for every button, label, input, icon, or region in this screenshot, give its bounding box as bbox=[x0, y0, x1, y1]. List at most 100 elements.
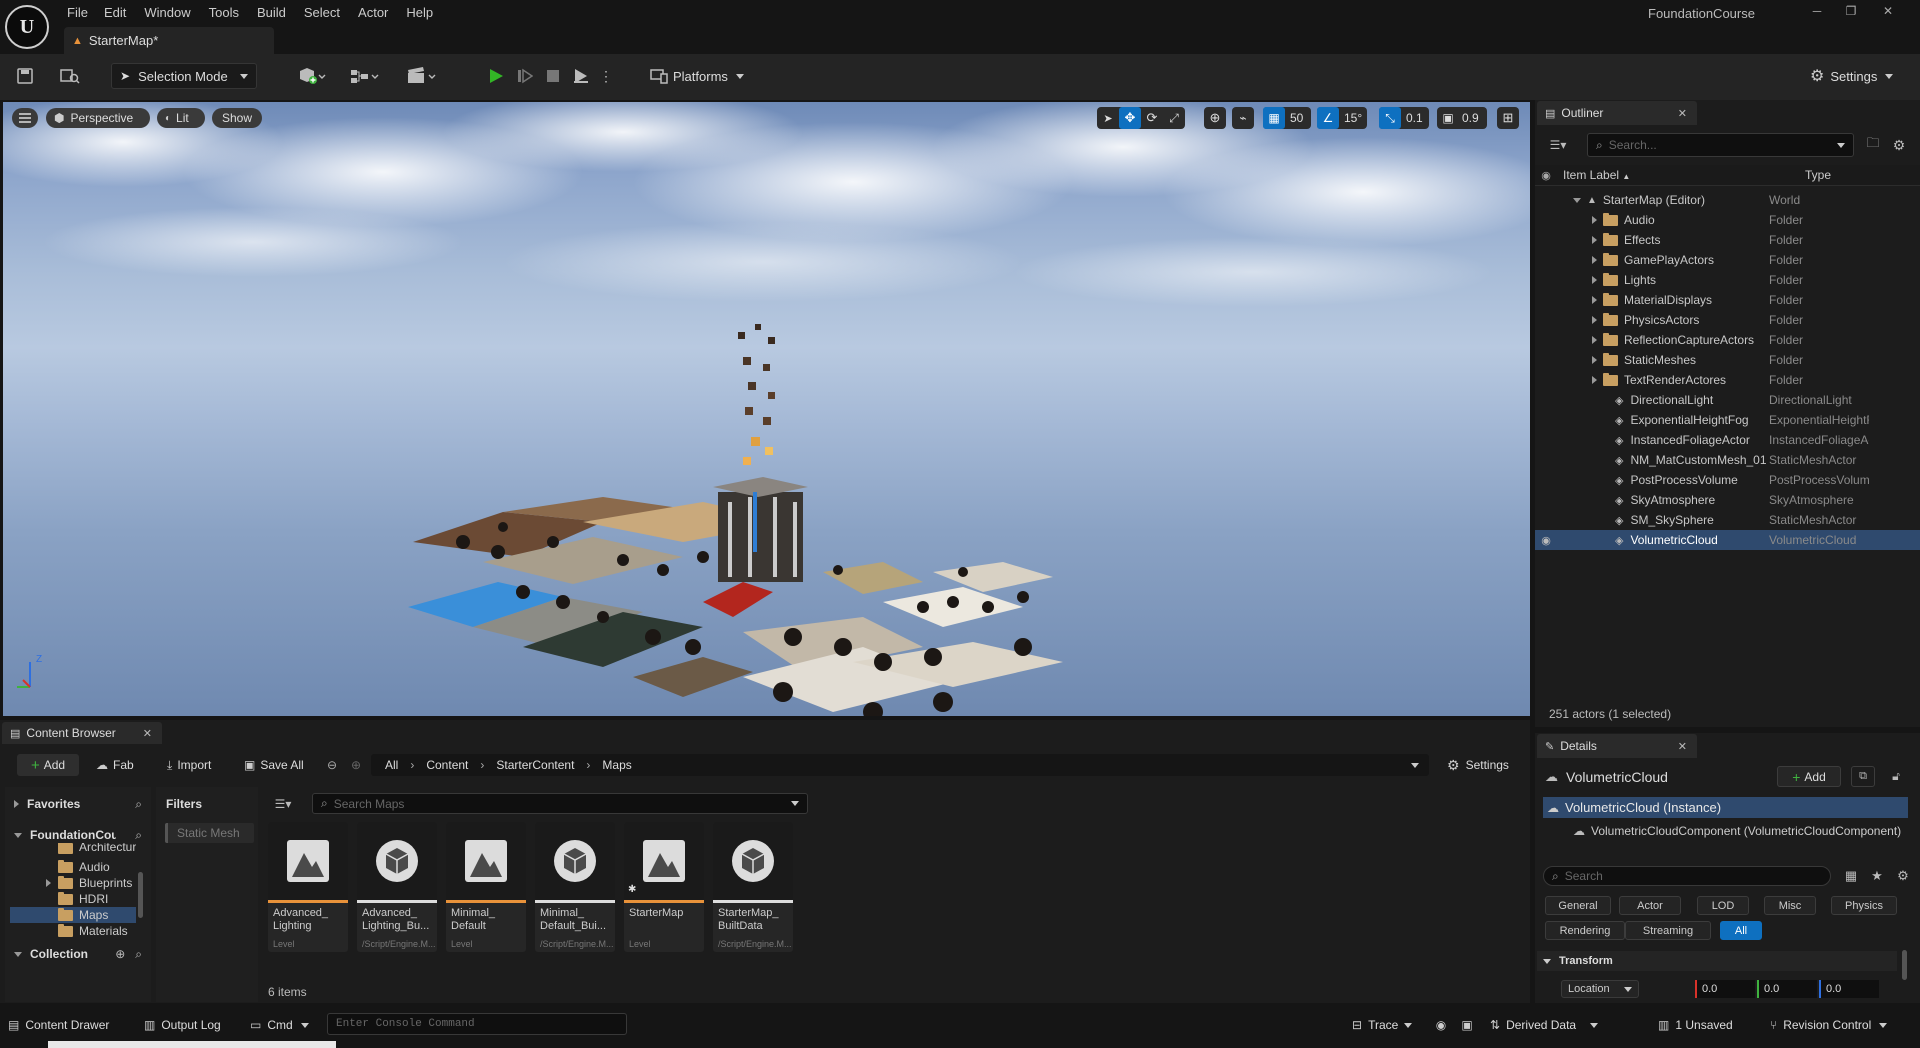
search-icon[interactable]: ⌕ bbox=[135, 797, 142, 812]
outliner-row[interactable]: PhysicsActors Folder bbox=[1535, 310, 1920, 330]
chevron-down-icon[interactable] bbox=[1411, 762, 1419, 768]
outliner-row[interactable]: Effects Folder bbox=[1535, 230, 1920, 250]
chevron-right-icon[interactable] bbox=[1592, 216, 1597, 224]
chevron-down-icon[interactable] bbox=[1573, 197, 1581, 203]
selection-mode-dropdown[interactable]: ➤ Selection Mode bbox=[111, 63, 257, 89]
details-scrollbar[interactable] bbox=[1902, 950, 1907, 980]
menu-edit[interactable]: Edit bbox=[104, 5, 126, 20]
outliner-settings-icon[interactable]: ⚙ bbox=[1888, 135, 1910, 155]
asset-tile[interactable]: Minimal_ Default_Bui... /Script/Engine.M.… bbox=[535, 822, 615, 952]
outliner-row[interactable]: ◈ PostProcessVolume PostProcessVolume bbox=[1535, 470, 1920, 490]
cmd-dropdown[interactable]: ▭ Cmd bbox=[250, 1016, 309, 1034]
outliner-row[interactable]: StaticMeshes Folder bbox=[1535, 350, 1920, 370]
folder-tree-item[interactable]: Audio bbox=[10, 859, 136, 875]
rotate-tool-icon[interactable]: ⟳ bbox=[1141, 107, 1163, 129]
record-icon[interactable]: ◉ bbox=[1432, 1016, 1450, 1034]
minimize-button[interactable]: ─ bbox=[1800, 4, 1834, 18]
add-actor-icon[interactable] bbox=[292, 64, 330, 88]
add-collection-icon[interactable]: ⊕ bbox=[115, 947, 125, 961]
outliner-row[interactable]: ◈ NM_MatCustomMesh_01 StaticMeshActor bbox=[1535, 450, 1920, 470]
breadcrumb-content[interactable]: Content bbox=[426, 758, 468, 772]
rotation-snap-group[interactable]: ∠ 15° bbox=[1317, 107, 1367, 129]
category-button[interactable]: Streaming bbox=[1625, 921, 1711, 940]
menu-tools[interactable]: Tools bbox=[209, 5, 239, 20]
history-forward-icon[interactable]: ⊕ bbox=[347, 756, 365, 774]
filter-icon[interactable]: ☰▾ bbox=[1543, 135, 1573, 155]
perspective-button[interactable]: ⬢ Perspective bbox=[46, 108, 150, 128]
search-icon[interactable]: ⌕ bbox=[135, 947, 142, 962]
location-x-field[interactable]: 0.0 bbox=[1695, 980, 1755, 998]
outliner-row[interactable]: ◈ SM_SkySphere StaticMeshActor bbox=[1535, 510, 1920, 530]
browse-level-icon[interactable] bbox=[58, 65, 82, 87]
root-folder-header[interactable]: FoundationCourse ⌕ bbox=[14, 825, 142, 845]
play-icon[interactable] bbox=[484, 65, 508, 87]
screenshot-icon[interactable]: ▣ bbox=[1458, 1016, 1476, 1034]
outliner-row[interactable]: Lights Folder bbox=[1535, 270, 1920, 290]
blueprint-icon[interactable] bbox=[345, 64, 383, 88]
trace-dropdown[interactable]: ⊟ Trace bbox=[1352, 1016, 1413, 1034]
chevron-right-icon[interactable] bbox=[1592, 356, 1597, 364]
details-settings-icon[interactable]: ⚙ bbox=[1892, 866, 1914, 886]
asset-search-input[interactable]: ⌕ Search Maps bbox=[312, 793, 808, 814]
outliner-row[interactable]: ◈ SkyAtmosphere SkyAtmosphere bbox=[1535, 490, 1920, 510]
step-forward-icon[interactable] bbox=[513, 65, 537, 87]
chevron-right-icon[interactable] bbox=[1592, 376, 1597, 384]
scale-tool-icon[interactable]: ⤢ bbox=[1163, 107, 1185, 129]
breadcrumb-all[interactable]: All bbox=[385, 758, 398, 772]
cinematics-icon[interactable] bbox=[402, 64, 440, 88]
folder-tree-item[interactable]: Blueprints bbox=[10, 875, 136, 891]
move-tool-icon[interactable]: ✥ bbox=[1119, 107, 1141, 129]
details-instance-row[interactable]: ☁ VolumetricCloud (Instance) bbox=[1543, 797, 1908, 818]
console-input[interactable]: Enter Console Command bbox=[327, 1013, 627, 1035]
asset-tile[interactable]: Advanced_ Lighting_Bu... /Script/Engine.M… bbox=[357, 822, 437, 952]
surface-snap-icon[interactable]: ⌁ bbox=[1232, 107, 1254, 129]
restore-button[interactable]: ❐ bbox=[1834, 4, 1868, 18]
collection-header[interactable]: Collection ⊕ ⌕ bbox=[14, 944, 142, 964]
asset-tile[interactable]: ✱ StarterMap Level bbox=[624, 822, 704, 952]
grid-snap-group[interactable]: ▦ 50 bbox=[1263, 107, 1311, 129]
category-button[interactable]: Actor bbox=[1619, 896, 1681, 915]
category-button[interactable]: Misc bbox=[1764, 896, 1816, 915]
scale-snap-group[interactable]: ⤡ 0.1 bbox=[1379, 107, 1429, 129]
details-tab[interactable]: ✎ Details ✕ bbox=[1537, 734, 1697, 758]
transform-section-header[interactable]: Transform bbox=[1537, 951, 1897, 971]
filter-chip-static-mesh[interactable]: Static Mesh bbox=[165, 823, 254, 843]
level-viewport[interactable]: Z bbox=[3, 102, 1530, 716]
camera-speed-group[interactable]: ▣ 0.9 bbox=[1437, 107, 1487, 129]
chevron-right-icon[interactable] bbox=[1592, 236, 1597, 244]
content-browser-tab[interactable]: ▤ Content Browser ✕ bbox=[2, 722, 162, 744]
favorites-header[interactable]: Favorites ⌕ bbox=[14, 794, 142, 814]
level-tab[interactable]: ▲ StarterMap* bbox=[64, 27, 274, 54]
platforms-button[interactable]: Platforms bbox=[650, 66, 744, 86]
location-y-field[interactable]: 0.0 bbox=[1757, 980, 1817, 998]
outliner-row[interactable]: ◈ ExponentialHeightFog ExponentialHeightFo… bbox=[1535, 410, 1920, 430]
outliner-row[interactable]: Audio Folder bbox=[1535, 210, 1920, 230]
output-log-button[interactable]: ▥ Output Log bbox=[144, 1016, 221, 1034]
menu-select[interactable]: Select bbox=[304, 5, 340, 20]
category-button[interactable]: All bbox=[1720, 921, 1762, 940]
asset-tile[interactable]: StarterMap_ BuiltData/Script/Engine.M... bbox=[713, 822, 793, 952]
show-button[interactable]: Show bbox=[212, 108, 262, 128]
outliner-row[interactable]: MaterialDisplays Folder bbox=[1535, 290, 1920, 310]
category-button[interactable]: General bbox=[1545, 896, 1611, 915]
revision-control-button[interactable]: ⑂ Revision Control bbox=[1770, 1016, 1888, 1034]
details-add-button[interactable]: + Add bbox=[1777, 766, 1841, 787]
save-icon[interactable] bbox=[14, 65, 36, 87]
visibility-icon[interactable]: ◉ bbox=[1535, 534, 1557, 547]
close-icon[interactable]: ✕ bbox=[1678, 107, 1687, 120]
unreal-logo[interactable]: U bbox=[5, 5, 49, 49]
content-drawer-button[interactable]: ▤ Content Drawer bbox=[8, 1016, 109, 1034]
col-type[interactable]: Type bbox=[1805, 168, 1831, 182]
outliner-row[interactable]: ◈ DirectionalLight DirectionalLight bbox=[1535, 390, 1920, 410]
select-tool-icon[interactable]: ➤ bbox=[1097, 107, 1119, 129]
breadcrumb-maps[interactable]: Maps bbox=[602, 758, 631, 772]
lit-button[interactable]: ◐ Lit bbox=[157, 108, 205, 128]
chevron-right-icon[interactable] bbox=[1592, 296, 1597, 304]
eject-icon[interactable] bbox=[569, 65, 593, 87]
close-icon[interactable]: ✕ bbox=[143, 727, 152, 740]
star-icon[interactable]: ★ bbox=[1866, 866, 1888, 886]
table-view-icon[interactable]: ▦ bbox=[1840, 866, 1862, 886]
category-button[interactable]: Physics bbox=[1831, 896, 1897, 915]
location-z-field[interactable]: 0.0 bbox=[1819, 980, 1879, 998]
unsaved-button[interactable]: ▥ 1 Unsaved bbox=[1658, 1016, 1733, 1034]
